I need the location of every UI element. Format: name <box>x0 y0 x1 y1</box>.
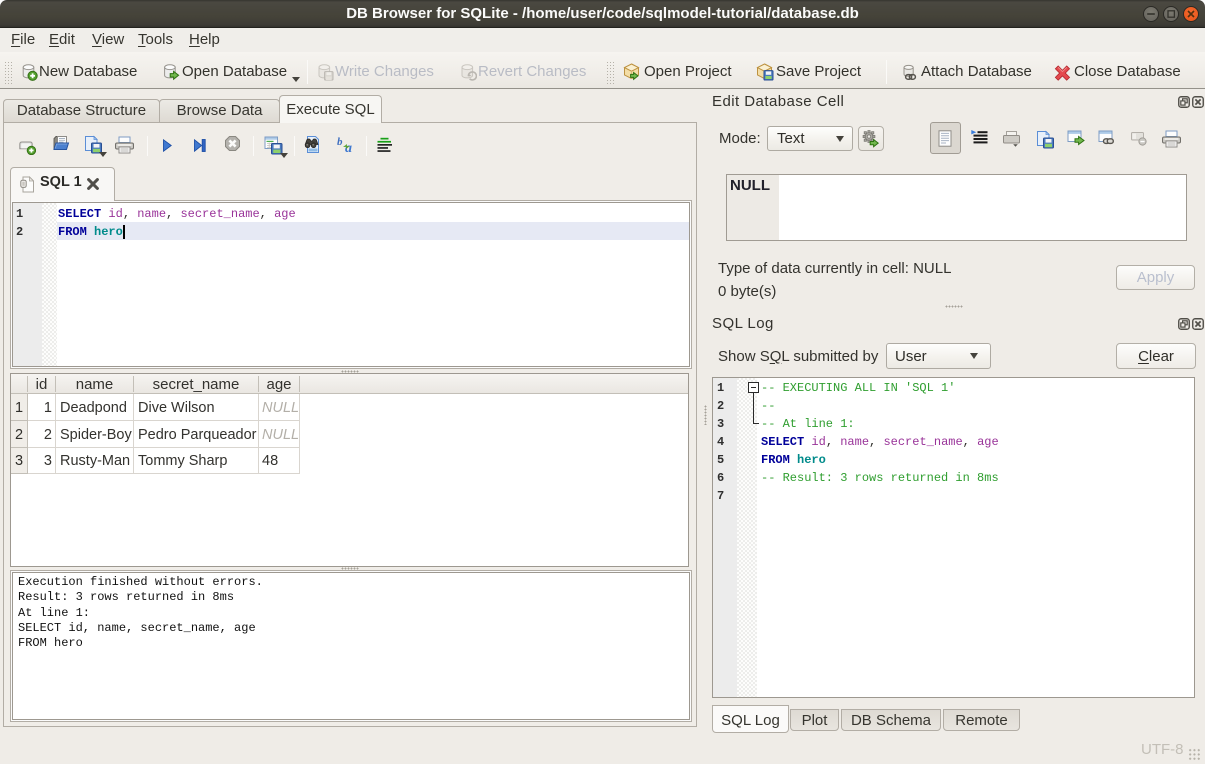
svg-text:b: b <box>337 136 343 148</box>
